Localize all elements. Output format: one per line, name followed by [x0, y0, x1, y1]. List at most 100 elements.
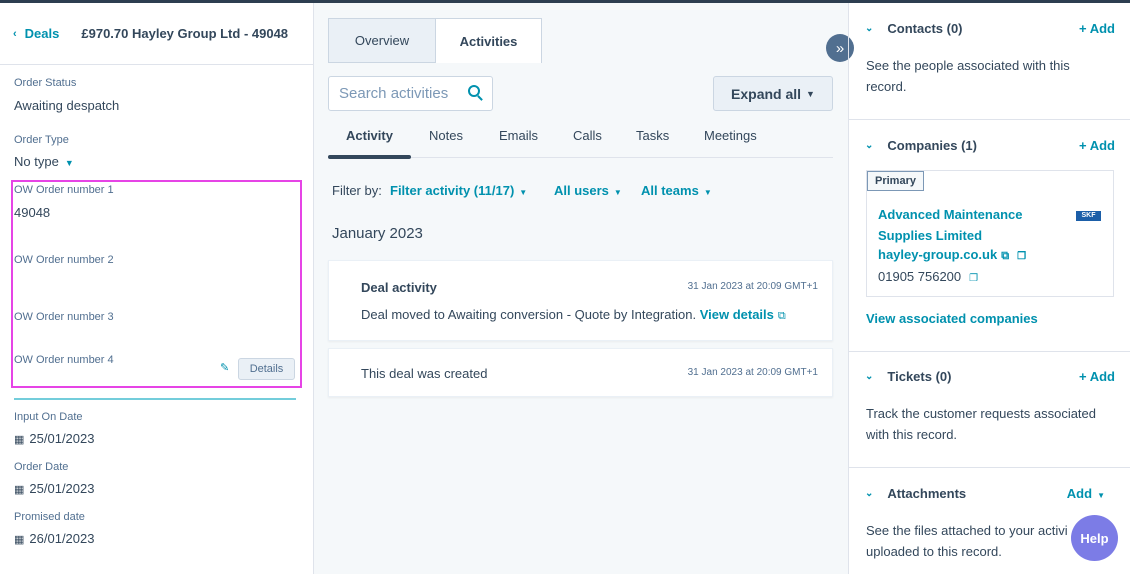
add-attachment-dropdown[interactable]: Add ▼ [1067, 486, 1105, 501]
add-ticket-button[interactable]: + Add [1079, 369, 1115, 384]
subtab-calls[interactable]: Calls [573, 128, 602, 143]
filter-teams-label: All teams [641, 183, 699, 198]
company-name-link[interactable]: Advanced Maintenance Supplies Limited [878, 204, 1058, 246]
attachments-section-toggle[interactable]: ⌄ Attachments [865, 486, 966, 501]
order-type-select[interactable]: No type ▼ [14, 154, 74, 169]
company-logo: SKF [1076, 211, 1101, 221]
view-associated-companies-link[interactable]: View associated companies [866, 311, 1038, 326]
chevron-left-icon: ‹ [13, 27, 17, 40]
add-contact-button[interactable]: + Add [1079, 21, 1115, 36]
input-on-date-field[interactable]: ▦ 25/01/2023 [14, 431, 94, 446]
search-placeholder: Search activities [339, 85, 449, 102]
attachments-title: Attachments [887, 486, 967, 501]
contacts-description: See the people associated with this reco… [866, 58, 1070, 94]
tab-overview[interactable]: Overview [328, 18, 435, 63]
add-company-button[interactable]: + Add [1079, 138, 1115, 153]
filter-users-dropdown[interactable]: All users ▼ [554, 183, 622, 198]
calendar-icon: ▦ [14, 534, 25, 546]
caret-down-icon: ▼ [64, 158, 74, 168]
activity-timestamp: 31 Jan 2023 at 20:09 GMT+1 [687, 367, 818, 378]
chevron-down-icon: ⌄ [865, 371, 874, 382]
section-divider [849, 119, 1130, 120]
activity-title: Deal activity [361, 280, 437, 295]
property-label: OW Order number 2 [14, 254, 114, 266]
section-divider [849, 351, 1130, 352]
activity-title: This deal was created [361, 366, 488, 381]
company-phone: 01905 756200 ❐ [878, 269, 978, 284]
property-label: Order Type [14, 134, 69, 146]
expand-all-button[interactable]: Expand all ▼ [713, 76, 833, 111]
promised-date-value: 26/01/2023 [29, 531, 95, 546]
chevron-down-icon: ⌄ [865, 23, 874, 34]
help-button[interactable]: Help [1071, 515, 1118, 561]
order-status-value[interactable]: Awaiting despatch [14, 98, 119, 113]
promised-date-field[interactable]: ▦ 26/01/2023 [14, 531, 94, 546]
calendar-icon: ▦ [14, 484, 25, 496]
activity-body: Deal moved to Awaiting conversion - Quot… [361, 307, 786, 323]
expand-all-label: Expand all [731, 85, 802, 102]
ow-order-number-1-field[interactable]: 49048 [14, 205, 50, 220]
property-label: Input On Date [14, 411, 83, 423]
chevron-down-icon: ⌄ [865, 140, 874, 151]
company-card: Primary Advanced Maintenance Supplies Li… [866, 170, 1114, 297]
tab-activities[interactable]: Activities [435, 18, 542, 63]
search-input[interactable]: Search activities [328, 76, 493, 111]
property-label: OW Order number 1 [14, 184, 114, 196]
activity-card[interactable]: This deal was created 31 Jan 2023 at 20:… [328, 348, 833, 397]
right-sidebar: ⌄ Contacts (0) + Add See the people assoc… [848, 3, 1130, 574]
property-label: OW Order number 4 [14, 354, 114, 366]
tickets-section-toggle[interactable]: ⌄ Tickets (0) [865, 369, 951, 384]
order-date-value: 25/01/2023 [29, 481, 95, 496]
company-domain-link[interactable]: hayley-group.co.uk [878, 247, 997, 262]
caret-down-icon: ▼ [806, 88, 815, 99]
search-icon[interactable] [468, 85, 480, 97]
company-phone-value: 01905 756200 [878, 269, 962, 284]
filter-label: Filter by: [332, 183, 382, 198]
caret-down-icon: ▼ [519, 188, 528, 197]
details-button[interactable]: Details [238, 358, 295, 380]
company-domain[interactable]: hayley-group.co.uk ⧉ ❐ [878, 247, 1026, 263]
filter-activity-dropdown[interactable]: Filter activity (11/17) ▼ [390, 183, 527, 198]
external-link-icon[interactable]: ⧉ [778, 310, 786, 322]
attachments-description: See the files attached to your activi up… [866, 523, 1068, 559]
contacts-title: Contacts (0) [887, 21, 963, 36]
back-label: Deals [24, 26, 60, 41]
section-divider [14, 398, 296, 400]
input-on-date-value: 25/01/2023 [29, 431, 95, 446]
property-label: Order Status [14, 77, 77, 89]
external-link-icon[interactable]: ⧉ [1001, 250, 1009, 262]
activity-timestamp: 31 Jan 2023 at 20:09 GMT+1 [687, 281, 818, 292]
subtab-emails[interactable]: Emails [499, 128, 538, 143]
subtab-tasks[interactable]: Tasks [636, 128, 669, 143]
record-header: ‹ Deals £970.70 Hayley Group Ltd - 49048 [0, 3, 313, 65]
property-label: Promised date [14, 511, 85, 523]
filter-activity-label: Filter activity (11/17) [390, 183, 515, 198]
view-details-link[interactable]: View details [700, 307, 774, 322]
copy-icon[interactable]: ❐ [969, 273, 978, 284]
subtab-meetings[interactable]: Meetings [704, 128, 757, 143]
tickets-title: Tickets (0) [887, 369, 952, 384]
companies-section-toggle[interactable]: ⌄ Companies (1) [865, 138, 977, 153]
caret-down-icon: ▼ [1097, 491, 1105, 500]
order-type-value: No type [14, 154, 59, 169]
filter-users-label: All users [554, 183, 609, 198]
subtab-notes[interactable]: Notes [429, 128, 463, 143]
filter-teams-dropdown[interactable]: All teams ▼ [641, 183, 712, 198]
back-to-deals-link[interactable]: ‹ Deals [13, 26, 59, 41]
companies-title: Companies (1) [887, 138, 977, 153]
activity-card[interactable]: Deal activity 31 Jan 2023 at 20:09 GMT+1… [328, 260, 833, 341]
pencil-icon[interactable]: ✎ [220, 361, 229, 374]
activity-panel: Overview Activities » Search activities … [314, 3, 854, 574]
copy-icon[interactable]: ❐ [1017, 251, 1026, 262]
property-label: OW Order number 3 [14, 311, 114, 323]
section-divider [849, 467, 1130, 468]
primary-badge: Primary [867, 171, 924, 191]
contacts-section-toggle[interactable]: ⌄ Contacts (0) [865, 21, 963, 36]
month-heading: January 2023 [332, 225, 423, 242]
activity-body-text: Deal moved to Awaiting conversion - Quot… [361, 307, 697, 322]
add-attachment-label: Add [1066, 486, 1093, 501]
deal-title: £970.70 Hayley Group Ltd - 49048 [81, 26, 289, 41]
caret-down-icon: ▼ [613, 188, 622, 197]
subtab-activity[interactable]: Activity [346, 128, 393, 143]
order-date-field[interactable]: ▦ 25/01/2023 [14, 481, 94, 496]
